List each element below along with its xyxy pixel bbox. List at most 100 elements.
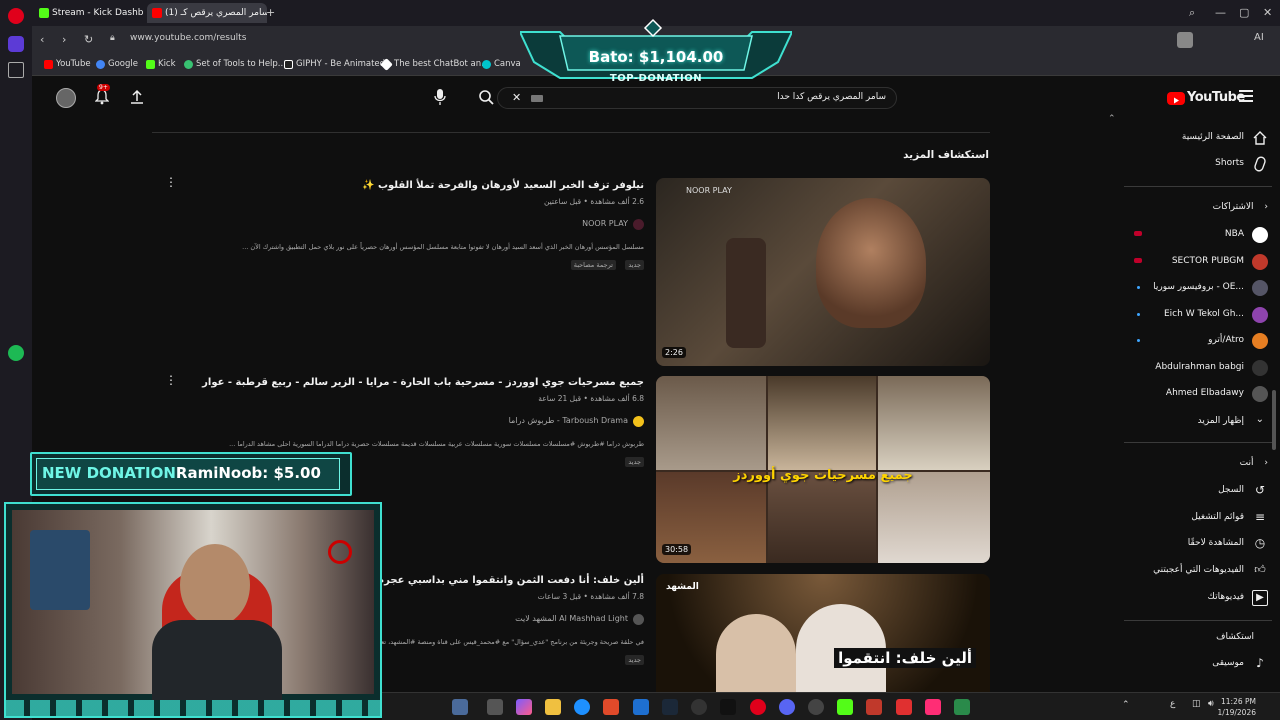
sidebar-item-your-videos[interactable]: فيديوهاتك (1208, 592, 1244, 602)
channel-name[interactable]: NOOR PLAY (582, 219, 644, 230)
sidebar-item-shorts[interactable]: Shorts (1215, 158, 1244, 168)
copilot-icon[interactable] (516, 699, 532, 715)
tiktok-icon[interactable] (720, 699, 736, 715)
language-indicator[interactable]: ع (1170, 699, 1175, 709)
url-field[interactable]: www.youtube.com/results (130, 33, 246, 43)
sidebar-item-playlists[interactable]: قوائم التشغيل (1191, 512, 1244, 522)
bookmark-youtube[interactable]: YouTube (44, 59, 91, 69)
sidebar-item-subscription[interactable]: بروفيسور سوريا - OE... (1153, 282, 1244, 292)
home-icon[interactable] (8, 36, 24, 52)
obs-icon[interactable] (808, 699, 824, 715)
sidebar-item-watch-later[interactable]: المشاهدة لاحقًا (1188, 538, 1244, 548)
video-title[interactable]: جميع مسرحيات جوي اووردز - مسرحية باب الح… (202, 377, 644, 388)
kick-icon[interactable] (837, 699, 853, 715)
divider (1124, 186, 1272, 187)
sidebar-item-subscription[interactable]: Eich W Tekol Gh... (1164, 309, 1244, 319)
youtube-logo-icon[interactable] (1167, 92, 1185, 105)
app-icon[interactable] (691, 699, 707, 715)
thumbs-up-icon: 👍︎ (1254, 563, 1266, 576)
channel-avatar[interactable] (633, 614, 644, 625)
opera-icon[interactable] (750, 699, 766, 715)
reload-icon[interactable]: ↻ (84, 33, 93, 46)
store-icon[interactable] (603, 699, 619, 715)
sidebar-item-subscription[interactable]: أترو/Atro (1208, 335, 1244, 345)
bookmark-canva[interactable]: Canva (482, 59, 521, 69)
app-icon[interactable] (896, 699, 912, 715)
sidebar-item-history[interactable]: السجل (1218, 485, 1244, 495)
video-title[interactable]: نيلوفر تزف الخبر السعيد لأورهان والفرحة … (362, 180, 644, 191)
more-options-icon[interactable]: ⋮ (165, 373, 177, 387)
close-window-icon[interactable]: ✕ (1263, 6, 1272, 19)
forward-icon[interactable]: › (62, 33, 66, 46)
star-icon[interactable] (8, 62, 24, 78)
channel-avatar[interactable] (633, 219, 644, 230)
new-tab-icon[interactable]: + (266, 6, 275, 19)
subscriptions-header[interactable]: الاشتراكات › (1213, 202, 1268, 212)
opera-logo-icon[interactable] (8, 8, 24, 24)
bookmark-giphy[interactable]: GIPHY - Be Animated (284, 59, 385, 69)
lock-icon: 🔒︎ (110, 33, 115, 43)
bookmark-tools[interactable]: Set of Tools to Help... (184, 59, 286, 69)
bookmark-label: YouTube (56, 59, 91, 69)
outlook-icon[interactable] (633, 699, 649, 715)
sidebar-scrollbar[interactable] (1272, 390, 1276, 450)
file-explorer-icon[interactable] (545, 699, 561, 715)
sidebar-item-liked[interactable]: الفيديوهات التي أعجبتني (1153, 565, 1244, 575)
new-donation-message: RamiNoob: $5.00 (175, 464, 321, 482)
top-donation-label: TOP-DONATION (609, 73, 703, 84)
thumbnail-overlay-text: ألين خلف: انتقموا (834, 648, 976, 668)
youtube-logo-text[interactable]: YouTube (1187, 90, 1245, 105)
video-thumbnail[interactable]: جميع مسرحيات جوي أووردز 30:58 (656, 376, 990, 563)
account-avatar[interactable] (56, 88, 76, 108)
notifications-bell-icon[interactable]: 9+ (94, 84, 110, 105)
notification-count-badge: 9+ (97, 84, 110, 91)
widgets-icon[interactable] (452, 699, 468, 715)
channel-avatar[interactable] (633, 416, 644, 427)
minimize-icon[interactable]: — (1215, 6, 1226, 19)
maximize-icon[interactable]: ▢ (1239, 6, 1249, 19)
search-icon[interactable] (478, 89, 494, 109)
back-icon[interactable]: ‹ (40, 33, 44, 46)
discord-icon[interactable] (779, 699, 795, 715)
thumbnail-panel (768, 472, 876, 563)
you-header[interactable]: أنت › (1240, 458, 1268, 468)
channel-name[interactable]: المشهد لايت Al Mashhad Light (515, 614, 644, 625)
profile-avatar[interactable] (1177, 32, 1193, 48)
channel-name[interactable]: طربوش دراما - Tarboush Drama (509, 416, 644, 427)
sidebar-item-subscription[interactable]: Abdulrahman babgi (1155, 362, 1244, 372)
sidebar-item-subscription[interactable]: NBA (1225, 229, 1244, 239)
keyboard-icon[interactable] (531, 95, 543, 102)
upload-icon[interactable] (130, 89, 144, 109)
steam-icon[interactable] (662, 699, 678, 715)
mic-icon[interactable] (434, 88, 446, 110)
sidebar-item-subscription[interactable]: Ahmed Elbadawy (1166, 388, 1244, 398)
task-view-icon[interactable] (487, 699, 503, 715)
sidebar-item-subscription[interactable]: SECTOR PUBGM (1172, 256, 1244, 266)
bookmark-chatbot[interactable]: The best ChatBot an... (380, 58, 489, 71)
bookmark-google[interactable]: Google (96, 59, 138, 69)
system-clock[interactable]: 11:26 PM 1/19/2026 (1218, 696, 1256, 718)
app-icon[interactable] (925, 699, 941, 715)
search-tabs-icon[interactable]: ⌕ (1189, 6, 1195, 20)
tab-kick-dashboard[interactable]: Stream - Kick Dashboard (34, 3, 144, 23)
search-input[interactable]: ✕ سامر المصري يرقص كدا حدا (497, 87, 897, 109)
network-icon[interactable]: ◫ (1192, 699, 1201, 709)
tab-youtube-search[interactable]: (1) سامر المصري يرقص كـ (147, 3, 267, 23)
video-thumbnail[interactable]: NOOR PLAY 2:26 (656, 178, 990, 366)
edge-icon[interactable] (574, 699, 590, 715)
app-icon[interactable] (866, 699, 882, 715)
sidebar-item-music[interactable]: موسيقى (1212, 658, 1244, 668)
volume-icon[interactable]: 🔊︎ (1208, 699, 1214, 709)
sidebar-item-home[interactable]: الصفحة الرئيسية (1182, 132, 1244, 142)
app-icon[interactable] (954, 699, 970, 715)
menu-icon[interactable] (1239, 90, 1253, 102)
show-hidden-icons-icon[interactable]: ⌃ (1122, 700, 1130, 710)
show-more-button[interactable]: إظهار المزيد (1198, 416, 1244, 426)
clear-search-icon[interactable]: ✕ (512, 91, 521, 104)
avatar (1252, 333, 1268, 349)
bookmark-kick[interactable]: Kick (146, 59, 176, 69)
spotify-icon[interactable] (8, 345, 24, 361)
collapse-chevron-icon[interactable]: ⌃ (1108, 114, 1116, 124)
ai-button[interactable]: AI (1254, 32, 1264, 43)
more-options-icon[interactable]: ⋮ (165, 175, 177, 189)
